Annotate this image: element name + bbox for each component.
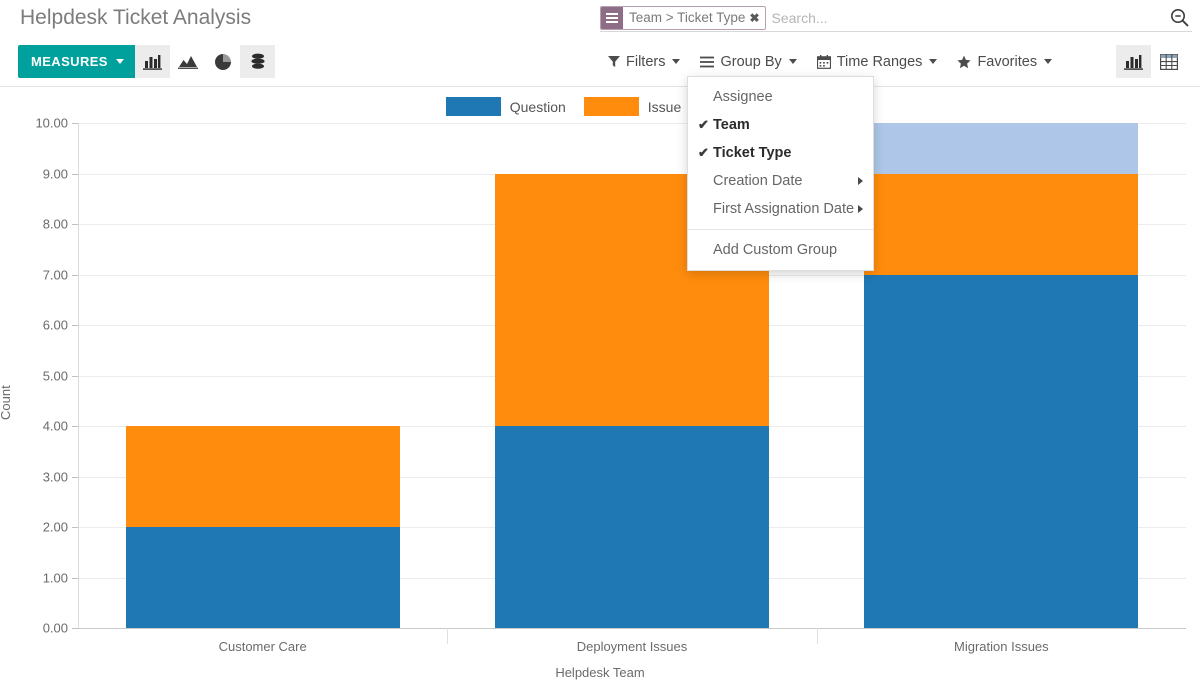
group-by-option-label: First Assignation Date bbox=[713, 201, 854, 217]
chevron-down-icon bbox=[1044, 59, 1052, 64]
x-axis-label: Helpdesk Team bbox=[0, 665, 1200, 680]
search-facet-team-ticket-type[interactable]: Team > Ticket Type ✖ bbox=[600, 6, 766, 30]
x-tick-label: Deployment Issues bbox=[577, 639, 688, 654]
bar-segment[interactable] bbox=[126, 527, 400, 628]
graph-view-icon[interactable] bbox=[1116, 45, 1151, 78]
filters-menu[interactable]: Filters bbox=[598, 45, 690, 78]
y-tick-label: 1.00 bbox=[43, 570, 68, 585]
pivot-view-icon[interactable] bbox=[1151, 45, 1186, 78]
y-tick-label: 9.00 bbox=[43, 166, 68, 181]
bar-segment[interactable] bbox=[864, 275, 1138, 629]
page-title: Helpdesk Ticket Analysis bbox=[20, 6, 251, 30]
bar-chart-icon[interactable] bbox=[135, 45, 170, 78]
y-axis-label: Count bbox=[0, 385, 13, 420]
measures-button[interactable]: MEASURES bbox=[18, 45, 137, 78]
group-by-option-label: Creation Date bbox=[713, 173, 802, 189]
favorites-menu[interactable]: Favorites bbox=[947, 45, 1062, 78]
chevron-down-icon bbox=[789, 59, 797, 64]
group-by-option[interactable]: First Assignation Date bbox=[688, 195, 873, 223]
search-facet-remove-icon[interactable]: ✖ bbox=[749, 12, 764, 24]
group-by-menu[interactable]: Group By bbox=[690, 45, 806, 78]
time-ranges-menu[interactable]: Time Ranges bbox=[807, 45, 948, 78]
group-by-option[interactable]: Assignee bbox=[688, 83, 873, 111]
group-by-dropdown-menu: Assignee✔Team✔Ticket TypeCreation DateFi… bbox=[687, 76, 874, 271]
y-axis-line bbox=[78, 123, 79, 628]
view-switcher bbox=[1116, 45, 1186, 78]
search-menus: Filters Group By bbox=[598, 45, 1062, 78]
group-by-menu-label: Group By bbox=[720, 54, 781, 70]
check-icon: ✔ bbox=[698, 117, 713, 133]
add-custom-group-option[interactable]: Add Custom Group bbox=[688, 236, 873, 264]
search-facet-label: Team > Ticket Type bbox=[623, 10, 749, 25]
search-icon[interactable] bbox=[1166, 5, 1192, 31]
list-icon bbox=[700, 56, 714, 68]
add-custom-group-label: Add Custom Group bbox=[713, 242, 837, 258]
stacked-icon[interactable] bbox=[240, 45, 275, 78]
filters-menu-label: Filters bbox=[626, 54, 665, 70]
y-tick-label: 6.00 bbox=[43, 318, 68, 333]
chevron-down-icon bbox=[672, 59, 680, 64]
star-icon bbox=[957, 55, 971, 69]
line-chart-icon[interactable] bbox=[170, 45, 205, 78]
y-tick-label: 4.00 bbox=[43, 419, 68, 434]
bar-segment[interactable] bbox=[864, 174, 1138, 275]
x-tick-mark bbox=[447, 628, 448, 644]
x-tick-label: Migration Issues bbox=[954, 639, 1049, 654]
group-by-option[interactable]: ✔Team bbox=[688, 111, 873, 139]
y-tick-label: 5.00 bbox=[43, 368, 68, 383]
chart-area: QuestionIssue Count Helpdesk Team 0.001.… bbox=[0, 87, 1200, 687]
calendar-icon bbox=[817, 55, 831, 69]
bar-segment[interactable] bbox=[126, 426, 400, 527]
y-tick-label: 2.00 bbox=[43, 520, 68, 535]
group-by-option[interactable]: Creation Date bbox=[688, 167, 873, 195]
x-axis-line bbox=[78, 628, 1186, 629]
group-by-option-label: Assignee bbox=[713, 89, 773, 105]
group-by-list-icon bbox=[601, 7, 623, 29]
dropdown-divider bbox=[688, 229, 873, 230]
helpdesk-ticket-analysis-screen: Helpdesk Ticket Analysis Team > Ticket T… bbox=[0, 0, 1200, 687]
chart-plot: Count Helpdesk Team 0.00 1.00 2.00 3.00 4.00… bbox=[0, 87, 1200, 687]
top-bar: Helpdesk Ticket Analysis Team > Ticket T… bbox=[0, 0, 1200, 38]
group-by-option[interactable]: ✔Ticket Type bbox=[688, 139, 873, 167]
search-input[interactable] bbox=[770, 6, 1167, 30]
y-tick-label: 10.00 bbox=[35, 116, 68, 131]
chevron-right-icon bbox=[858, 205, 863, 213]
favorites-menu-label: Favorites bbox=[977, 54, 1037, 70]
pie-chart-icon[interactable] bbox=[205, 45, 240, 78]
y-tick-label: 8.00 bbox=[43, 217, 68, 232]
bar-segment[interactable] bbox=[864, 123, 1138, 174]
x-tick-label: Customer Care bbox=[219, 639, 307, 654]
time-ranges-menu-label: Time Ranges bbox=[837, 54, 923, 70]
chart-type-toggle-group bbox=[135, 45, 275, 78]
bar-segment[interactable] bbox=[495, 426, 769, 628]
group-by-option-label: Team bbox=[713, 117, 750, 133]
x-tick-mark bbox=[817, 628, 818, 644]
search-bar: Team > Ticket Type ✖ bbox=[600, 4, 1192, 32]
funnel-icon bbox=[608, 55, 620, 68]
control-bar: MEASURES bbox=[0, 38, 1200, 86]
group-by-option-label: Ticket Type bbox=[713, 145, 791, 161]
chevron-down-icon bbox=[116, 59, 124, 64]
chevron-right-icon bbox=[858, 177, 863, 185]
y-tick-label: 0.00 bbox=[43, 621, 68, 636]
measures-button-label: MEASURES bbox=[31, 54, 108, 69]
check-icon: ✔ bbox=[698, 145, 713, 161]
chevron-down-icon bbox=[929, 59, 937, 64]
y-tick-label: 3.00 bbox=[43, 469, 68, 484]
y-tick-label: 7.00 bbox=[43, 267, 68, 282]
